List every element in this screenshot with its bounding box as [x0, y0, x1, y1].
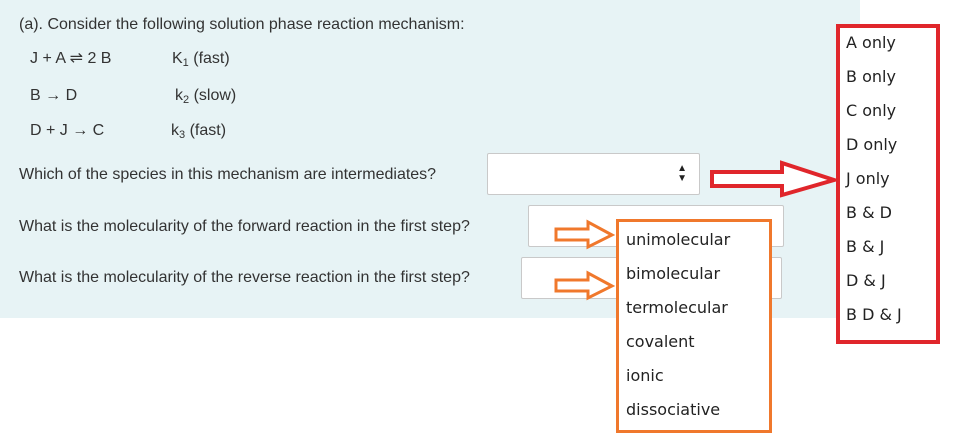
species-option[interactable]: B D & J [846, 305, 902, 325]
species-option[interactable]: A only [846, 33, 896, 53]
species-option[interactable]: C only [846, 101, 896, 121]
species-option[interactable]: J only [846, 169, 890, 189]
molecularity-option[interactable]: ionic [626, 366, 664, 386]
molecularity-option[interactable]: unimolecular [626, 230, 730, 250]
molecularity-option[interactable]: dissociative [626, 400, 720, 420]
molecularity-option[interactable]: bimolecular [626, 264, 720, 284]
species-option[interactable]: D & J [846, 271, 886, 291]
species-option[interactable]: B & D [846, 203, 892, 223]
species-dropdown: A only B only C only D only J only B & D… [836, 24, 940, 344]
arrow-right-icon [554, 219, 616, 301]
species-option[interactable]: D only [846, 135, 897, 155]
species-option[interactable]: B & J [846, 237, 884, 257]
species-option[interactable]: B only [846, 67, 896, 87]
molecularity-dropdown: unimolecular bimolecular termolecular co… [616, 219, 772, 433]
molecularity-option[interactable]: termolecular [626, 298, 728, 318]
molecularity-option[interactable]: covalent [626, 332, 695, 352]
